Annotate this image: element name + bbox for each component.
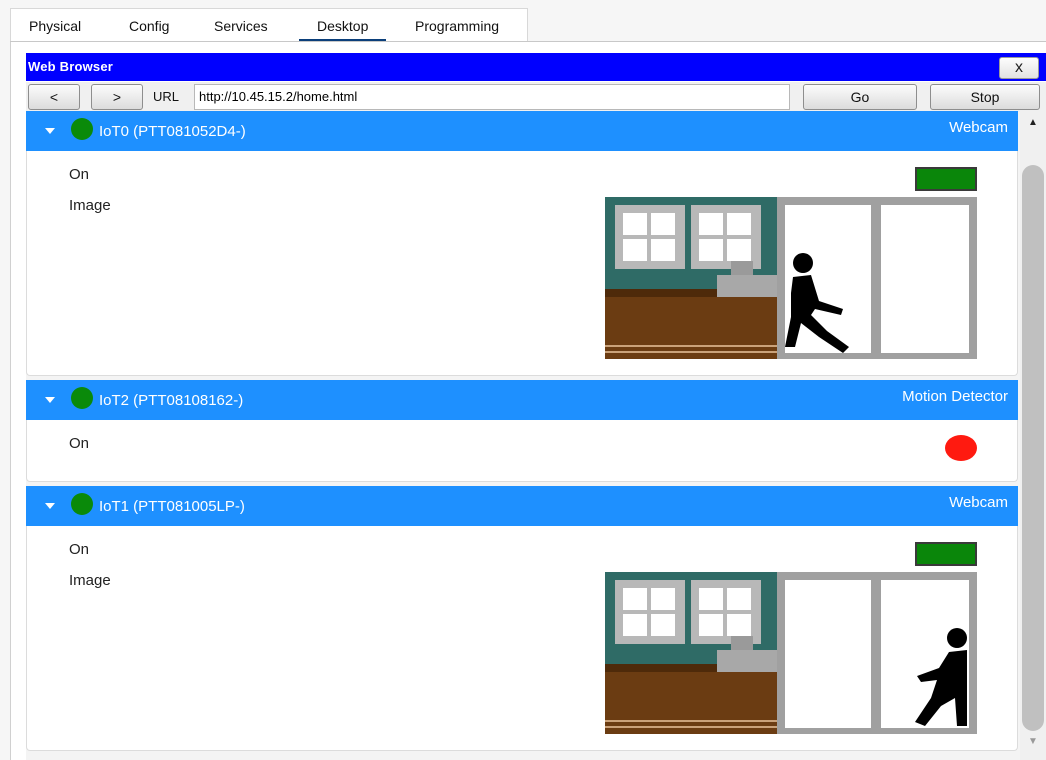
chevron-down-icon — [45, 503, 55, 509]
forward-button[interactable]: > — [91, 84, 143, 110]
status-dot-icon — [71, 387, 93, 409]
device-name: IoT2 (PTT08108162-) — [99, 392, 244, 409]
on-toggle[interactable] — [915, 167, 977, 191]
tab-bar: Physical Config Services Desktop Program… — [10, 8, 528, 42]
status-dot-icon — [71, 493, 93, 515]
scroll-down-icon[interactable]: ▼ — [1020, 732, 1046, 752]
motion-off-indicator[interactable] — [945, 435, 977, 461]
status-dot-icon — [71, 118, 93, 140]
scroll-up-icon[interactable]: ▲ — [1020, 112, 1046, 134]
tab-programming[interactable]: Programming — [415, 18, 499, 34]
webcam-image — [605, 572, 977, 734]
device-body-iot0: On Image — [26, 151, 1018, 376]
on-label: On — [69, 435, 90, 452]
tab-physical[interactable]: Physical — [29, 18, 81, 34]
tab-services[interactable]: Services — [214, 18, 268, 34]
image-label: Image — [69, 572, 111, 589]
device-header-iot1[interactable]: IoT1 (PTT081005LP-) Webcam — [26, 486, 1018, 526]
chevron-down-icon — [45, 397, 55, 403]
stop-button[interactable]: Stop — [930, 84, 1040, 110]
device-header-iot0[interactable]: IoT0 (PTT081052D4-) Webcam — [26, 111, 1018, 151]
device-type: Motion Detector — [902, 388, 1008, 405]
url-input[interactable]: http://10.45.15.2/home.html — [194, 84, 790, 110]
device-type: Webcam — [949, 494, 1008, 511]
device-header-iot2[interactable]: IoT2 (PTT08108162-) Motion Detector — [26, 380, 1018, 420]
scrollbar-thumb[interactable] — [1022, 165, 1044, 731]
device-name: IoT0 (PTT081052D4-) — [99, 123, 246, 140]
go-button[interactable]: Go — [803, 84, 917, 110]
on-label: On — [69, 166, 90, 183]
device-body-iot1: On Image — [26, 526, 1018, 751]
back-button[interactable]: < — [28, 84, 80, 110]
on-label: On — [69, 541, 90, 558]
packet-tracer-window: Physical Config Services Desktop Program… — [0, 0, 1046, 760]
close-button[interactable]: x — [999, 57, 1039, 79]
device-body-iot2: On — [26, 420, 1018, 482]
tab-config[interactable]: Config — [129, 18, 169, 34]
browser-titlebar: Web Browser — [26, 53, 1046, 81]
browser-title: Web Browser — [28, 59, 114, 74]
on-toggle[interactable] — [915, 542, 977, 566]
url-label: URL — [153, 89, 180, 104]
webcam-image — [605, 197, 977, 359]
device-name: IoT1 (PTT081005LP-) — [99, 498, 245, 515]
tab-desktop[interactable]: Desktop — [298, 18, 387, 42]
image-label: Image — [69, 197, 111, 214]
device-type: Webcam — [949, 119, 1008, 136]
close-icon: x — [1015, 59, 1023, 76]
chevron-down-icon — [45, 128, 55, 134]
